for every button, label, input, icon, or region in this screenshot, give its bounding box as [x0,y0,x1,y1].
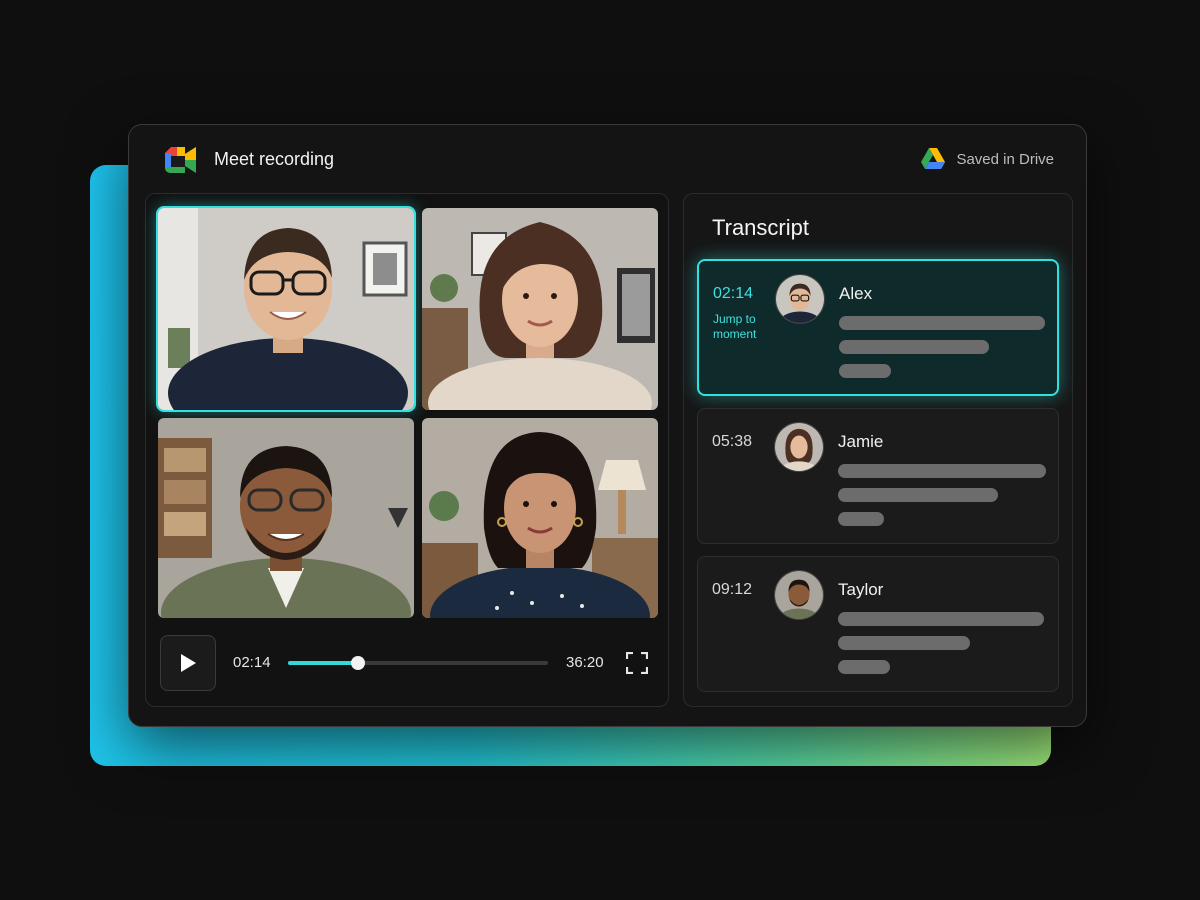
transcript-entry-taylor[interactable]: 09:12 Taylor [697,556,1059,692]
drive-status-text: Saved in Drive [956,150,1054,168]
total-time: 36:20 [566,654,604,671]
entry-timestamp[interactable]: 05:38 [712,433,752,451]
video-panel: 02:14 36:20 [145,193,669,707]
recording-window: Meet recording Saved in Drive 02:14 36:2… [128,124,1087,727]
transcript-text-line [839,340,989,354]
window-header: Meet recording Saved in Drive [129,125,1086,193]
transcript-text-line [838,464,1046,478]
play-button[interactable] [160,635,216,691]
app-title: Meet recording [214,149,335,169]
drive-logo-icon [921,148,946,169]
transcript-title: Transcript [712,215,809,240]
player-controls: 02:14 36:20 [160,635,656,691]
progress-thumb[interactable] [351,656,366,670]
progress-bar[interactable] [288,656,548,670]
transcript-text-line [838,612,1044,626]
play-icon [181,654,196,672]
transcript-text-line [838,636,970,650]
avatar-jamie [774,422,824,472]
transcript-text-line [838,660,890,674]
transcript-text-line [838,512,884,526]
fullscreen-icon[interactable] [626,652,648,674]
video-tile-jamie[interactable] [422,208,658,410]
jump-to-moment-link[interactable]: Jump to moment [713,312,773,342]
entry-timestamp[interactable]: 02:14 [713,285,753,303]
video-tile-participant-4[interactable] [422,418,658,618]
avatar-taylor [774,570,824,620]
speaker-name: Taylor [838,580,884,599]
drive-status: Saved in Drive [920,147,1054,171]
transcript-entry-jamie[interactable]: 05:38 Jamie [697,408,1059,544]
avatar-alex [775,274,825,324]
speaker-name: Alex [839,284,873,303]
video-tile-alex[interactable] [156,206,416,412]
video-tile-taylor[interactable] [158,418,414,618]
meet-logo-icon [165,147,196,173]
transcript-text-line [838,488,998,502]
progress-fill [288,661,359,665]
current-time: 02:14 [233,654,271,671]
transcript-text-line [839,364,891,378]
speaker-name: Jamie [838,432,884,451]
transcript-panel: Transcript 02:14 Jump to moment Alex 05:… [683,193,1073,707]
entry-timestamp[interactable]: 09:12 [712,581,752,599]
transcript-entry-alex[interactable]: 02:14 Jump to moment Alex [697,259,1059,396]
transcript-text-line [839,316,1045,330]
